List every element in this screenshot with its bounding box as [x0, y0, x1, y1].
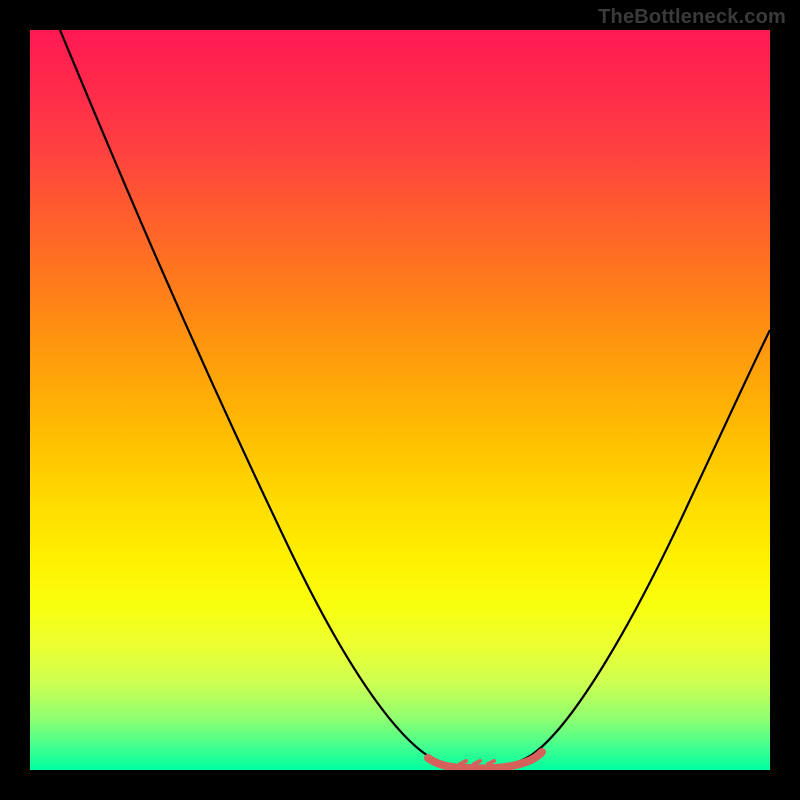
sweet-spot-band	[428, 752, 542, 768]
chart-frame: TheBottleneck.com	[0, 0, 800, 800]
bottleneck-curve	[60, 30, 770, 768]
watermark-text: TheBottleneck.com	[598, 6, 786, 29]
plot-area	[30, 30, 770, 770]
sweet-spot-tick	[460, 761, 494, 764]
bottleneck-curve-svg	[30, 30, 770, 770]
